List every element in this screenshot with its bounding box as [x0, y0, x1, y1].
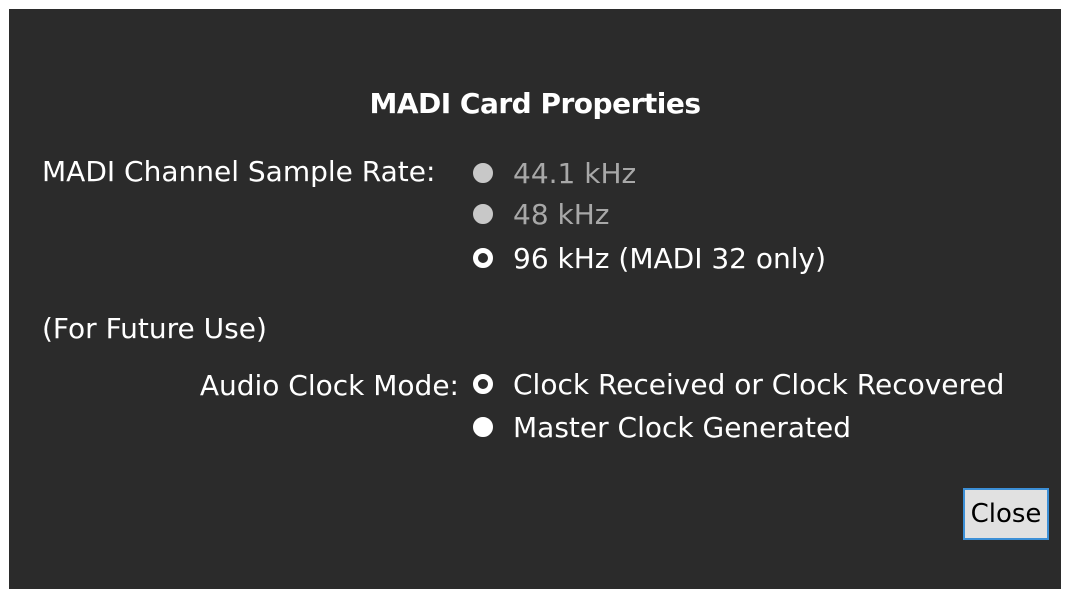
madi-card-properties-dialog: MADI Card Properties MADI Channel Sample… [9, 9, 1061, 589]
sample-rate-44-1-label: 44.1 kHz [513, 156, 637, 190]
sample-rate-option-48: 48 kHz [473, 194, 610, 234]
sample-rate-option-96[interactable]: 96 kHz (MADI 32 only) [473, 238, 826, 278]
radio-clock-received-selected-icon[interactable] [473, 374, 493, 394]
clock-mode-option-master[interactable]: Master Clock Generated [473, 407, 851, 447]
sample-rate-option-44-1: 44.1 kHz [473, 153, 636, 193]
audio-clock-mode-label: Audio Clock Mode: [199, 369, 459, 402]
sample-rate-48-label: 48 kHz [513, 197, 610, 231]
sample-rate-label: MADI Channel Sample Rate: [42, 155, 436, 188]
dialog-title: MADI Card Properties [369, 87, 701, 120]
master-clock-label[interactable]: Master Clock Generated [513, 411, 851, 444]
clock-received-label[interactable]: Clock Received or Clock Recovered [513, 368, 1004, 401]
clock-mode-option-received[interactable]: Clock Received or Clock Recovered [473, 364, 1004, 404]
radio-master-clock-icon[interactable] [473, 417, 493, 437]
radio-44-1-disabled-icon [473, 163, 493, 183]
future-use-label: (For Future Use) [42, 312, 267, 345]
close-button[interactable]: Close [963, 488, 1049, 540]
radio-48-disabled-icon [473, 204, 493, 224]
radio-96-selected-icon[interactable] [473, 248, 493, 268]
sample-rate-96-label[interactable]: 96 kHz (MADI 32 only) [513, 242, 826, 275]
